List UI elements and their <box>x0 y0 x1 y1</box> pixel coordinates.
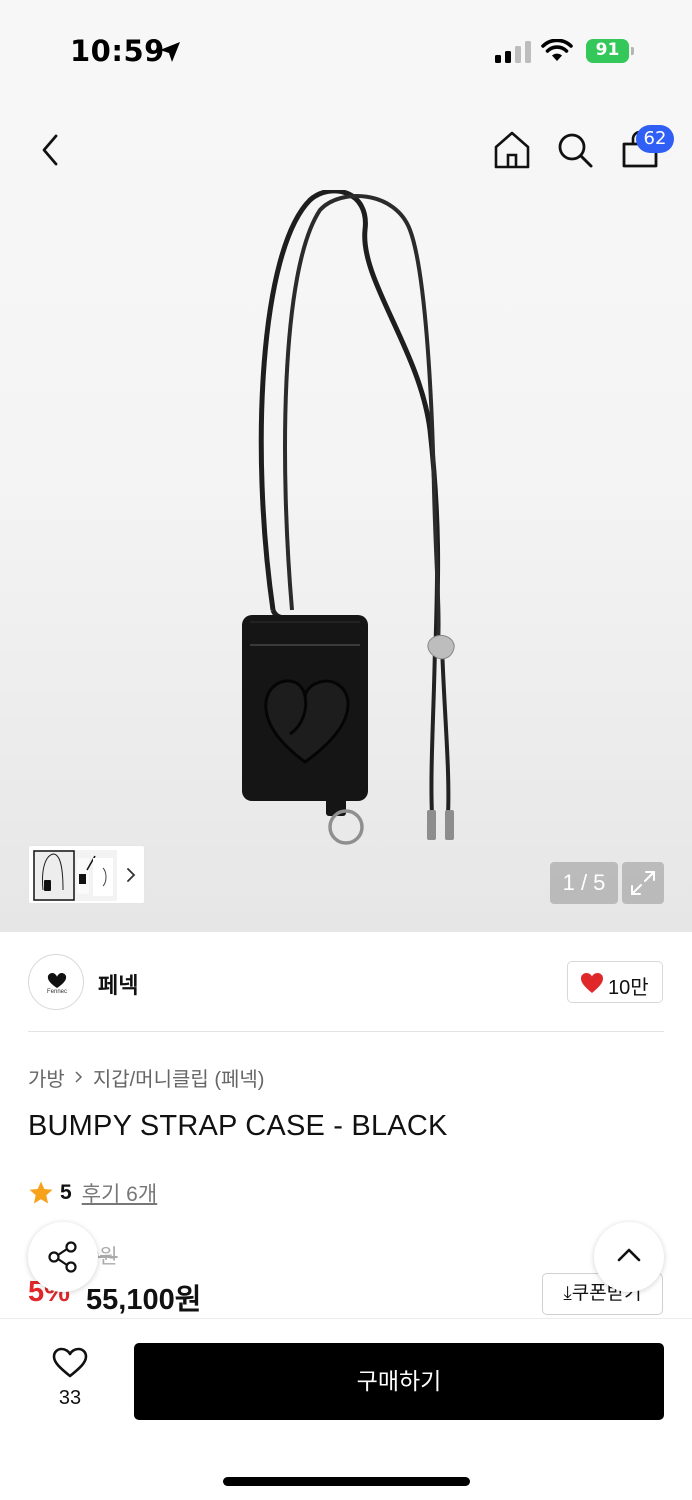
scroll-top-button[interactable] <box>594 1222 664 1292</box>
home-icon[interactable] <box>492 128 532 172</box>
back-chevron-icon[interactable] <box>30 128 70 172</box>
thumbnail-images <box>33 850 117 901</box>
rating-value: 5 <box>60 1181 72 1204</box>
wishlist-button[interactable]: 33 <box>38 1345 102 1415</box>
chevron-up-icon <box>617 1248 641 1262</box>
home-indicator <box>223 1477 470 1486</box>
heart-filled-icon <box>581 973 603 993</box>
product-title: BUMPY STRAP CASE - BLACK <box>28 1110 448 1142</box>
location-arrow-icon <box>160 42 180 62</box>
battery-level: 91 <box>595 40 620 60</box>
breadcrumb-item-wallet[interactable]: 지갑/머니클립 (페넥) <box>93 1063 265 1092</box>
breadcrumb: 가방 지갑/머니클립 (페넥) <box>28 1063 264 1091</box>
download-icon: ⤓ <box>563 1283 572 1304</box>
search-icon[interactable] <box>555 128 595 172</box>
cart-count-badge: 62 <box>636 125 674 153</box>
sale-price: 55,100원 <box>86 1284 202 1316</box>
product-photo <box>242 190 455 845</box>
bottom-action-bar: 33 구매하기 <box>0 1318 692 1500</box>
status-time: 10:59 <box>70 34 165 68</box>
wifi-icon <box>541 39 573 61</box>
brand-like-count: 10만 <box>608 977 649 999</box>
expand-button[interactable] <box>622 862 664 904</box>
rating-row: 5 후기 6개 <box>28 1178 157 1208</box>
gallery-page-indicator: 1 / 5 <box>550 862 618 904</box>
wishlist-count: 33 <box>58 1387 82 1409</box>
brand-name[interactable]: 페넥 <box>98 968 138 1000</box>
star-icon <box>29 1181 53 1204</box>
thumbnail-strip[interactable] <box>28 845 145 904</box>
heart-outline-icon <box>52 1347 88 1378</box>
brand-heart-logo-icon <box>47 972 67 988</box>
expand-icon <box>631 871 655 895</box>
share-button[interactable] <box>28 1222 98 1292</box>
cellular-signal-icon <box>495 41 531 63</box>
brand-row[interactable]: Fennec 페넥 10만 <box>0 932 692 1032</box>
divider <box>28 1031 664 1032</box>
buy-button[interactable]: 구매하기 <box>134 1343 664 1420</box>
brand-like-button[interactable]: 10만 <box>567 961 663 1003</box>
battery-indicator: 91 <box>586 39 634 63</box>
brand-logo-text: Fennec <box>46 989 67 995</box>
brand-logo[interactable]: Fennec <box>28 954 84 1010</box>
share-icon <box>48 1241 77 1273</box>
breadcrumb-item-bag[interactable]: 가방 <box>28 1063 65 1092</box>
status-bar: 10:59 91 <box>0 0 692 100</box>
chevron-right-icon[interactable] <box>125 864 137 886</box>
chevron-right-icon <box>75 1071 82 1083</box>
review-count-link[interactable]: 후기 6개 <box>82 1178 157 1208</box>
